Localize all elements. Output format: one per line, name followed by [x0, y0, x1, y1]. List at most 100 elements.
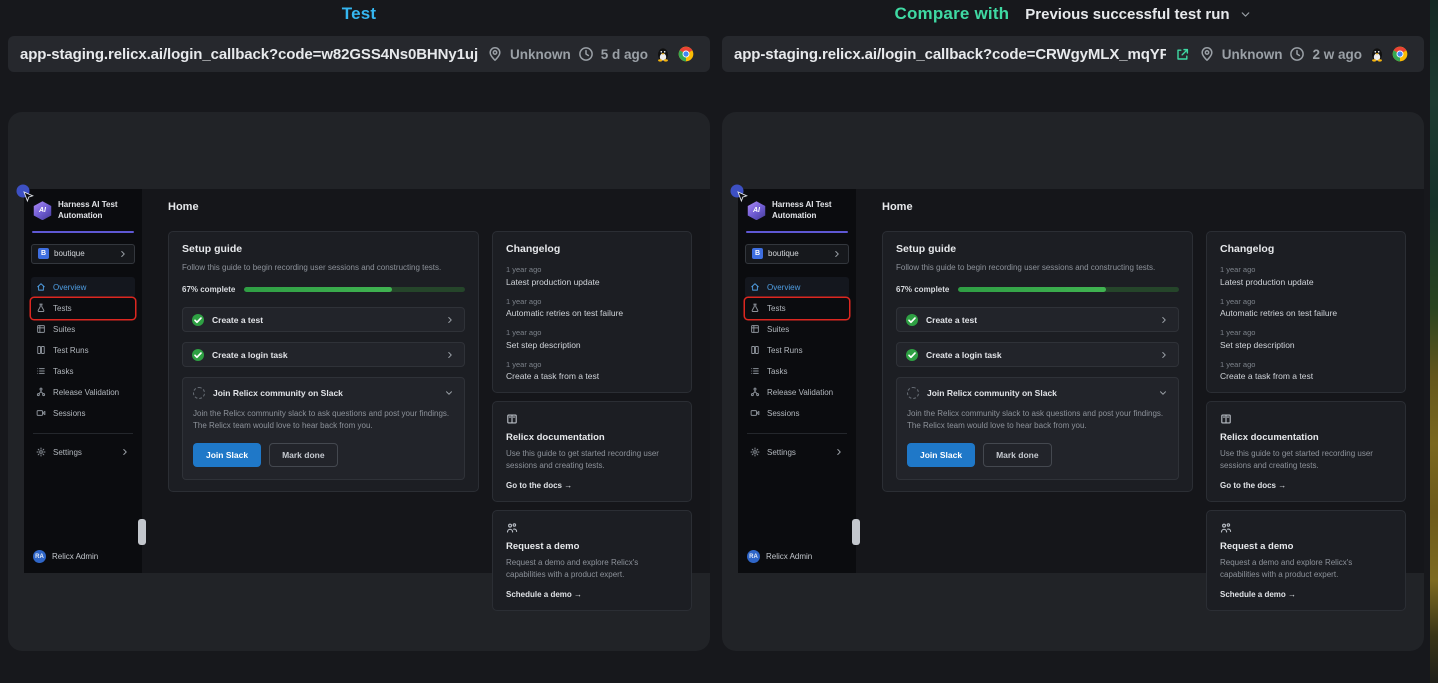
setup-guide-description: Follow this guide to begin recording use…: [182, 262, 465, 274]
setup-step[interactable]: Create a login task: [896, 342, 1179, 367]
sidebar-item-sessions[interactable]: Sessions: [745, 403, 849, 424]
page-title: Home: [168, 201, 692, 213]
setup-step[interactable]: Create a test: [896, 307, 1179, 332]
sidebar-item-settings[interactable]: Settings: [31, 442, 135, 463]
demo-card-title: Request a demo: [506, 541, 678, 552]
sidebar-item-settings[interactable]: Settings: [745, 442, 849, 463]
url-bar[interactable]: app-staging.relicx.ai/login_callback?cod…: [722, 36, 1424, 72]
mark-done-button[interactable]: Mark done: [269, 443, 338, 467]
changelog-entry-time: 1 year ago: [506, 297, 678, 306]
setup-step-description: Join the Relicx community slack to ask q…: [193, 408, 454, 433]
runs-icon: [36, 345, 46, 355]
location-pin-icon: [1199, 46, 1215, 62]
user-account[interactable]: RA Relicx Admin: [31, 548, 135, 565]
setup-step[interactable]: Create a login task: [182, 342, 465, 367]
location-label: Unknown: [1222, 47, 1283, 62]
release-icon: [750, 387, 760, 397]
demo-card: Request a demo Request a demo and explor…: [1206, 510, 1406, 611]
changelog-entry: 1 year agoLatest production update: [506, 265, 678, 287]
join-slack-button[interactable]: Join Slack: [907, 443, 975, 467]
compare-with-label: Compare with: [894, 4, 1009, 24]
chevron-right-icon: [118, 249, 128, 259]
mark-done-button[interactable]: Mark done: [983, 443, 1052, 467]
sidebar-item-label: Test Runs: [53, 346, 89, 355]
progress-bar: [958, 287, 1179, 292]
compare-run-dropdown[interactable]: Previous successful test run: [1025, 6, 1251, 23]
setup-guide-card: Setup guide Follow this guide to begin r…: [168, 231, 479, 492]
project-selector[interactable]: B boutique: [31, 244, 135, 264]
sessions-icon: [36, 408, 46, 418]
progress-bar-fill: [244, 287, 392, 292]
check-icon: [192, 314, 204, 326]
sidebar-item-label: Sessions: [53, 409, 85, 418]
setup-progress: 67% complete: [896, 285, 1179, 294]
sidebar-collapse-handle[interactable]: [138, 519, 146, 545]
demo-card-title: Request a demo: [1220, 541, 1392, 552]
sidebar-item-label: Settings: [767, 448, 796, 457]
changelog-title: Changelog: [506, 243, 678, 255]
sidebar-item-test-runs[interactable]: Test Runs: [31, 340, 135, 361]
sidebar-item-label: Release Validation: [53, 388, 119, 397]
clock-icon: [1289, 46, 1305, 62]
sidebar-item-label: Overview: [767, 283, 800, 292]
sidebar-collapse-handle[interactable]: [852, 519, 860, 545]
changelog-entry-title: Set step description: [1220, 340, 1392, 350]
external-link-icon[interactable]: [1175, 47, 1190, 62]
docs-card-description: Use this guide to get started recording …: [1220, 448, 1392, 472]
sidebar-item-overview[interactable]: Overview: [745, 277, 849, 298]
avatar: RA: [33, 550, 46, 563]
changelog-entry-time: 1 year ago: [506, 328, 678, 337]
grid-icon: [36, 324, 46, 334]
sidebar-item-sessions[interactable]: Sessions: [31, 403, 135, 424]
schedule-demo-link[interactable]: Schedule a demo →: [506, 590, 678, 599]
docs-card-title: Relicx documentation: [506, 432, 678, 443]
setup-step-expanded[interactable]: Join Relicx community on Slack Join the …: [182, 377, 465, 480]
test-pane-title: Test: [342, 4, 377, 24]
sidebar-item-tasks[interactable]: Tasks: [31, 361, 135, 382]
check-icon: [906, 349, 918, 361]
setup-guide-description: Follow this guide to begin recording use…: [896, 262, 1179, 274]
changelog-entry: 1 year ago Automatic retries on test fail…: [506, 297, 678, 319]
go-to-docs-link[interactable]: Go to the docs →: [1220, 481, 1392, 490]
url-bar[interactable]: app-staging.relicx.ai/login_callback?cod…: [8, 36, 710, 72]
changelog-title: Changelog: [1220, 243, 1392, 255]
avatar: RA: [747, 550, 760, 563]
chevron-right-icon: [1159, 350, 1169, 360]
schedule-demo-link[interactable]: Schedule a demo →: [1220, 590, 1392, 599]
sidebar-item-release-validation[interactable]: Release Validation: [31, 382, 135, 403]
setup-step-expanded[interactable]: Join Relicx community on Slack Join the …: [896, 377, 1179, 480]
docs-card-title: Relicx documentation: [1220, 432, 1392, 443]
app-screenshot: AI Harness AI Test Automation B boutique…: [738, 189, 1424, 573]
progress-bar-fill: [958, 287, 1106, 292]
sidebar-item-tests[interactable]: Tests: [31, 298, 135, 319]
chevron-down-icon: [1239, 8, 1252, 21]
chevron-right-icon: [1159, 315, 1169, 325]
setup-step-description: Join the Relicx community slack to ask q…: [907, 408, 1168, 433]
sidebar-item-label: Test Runs: [767, 346, 803, 355]
setup-step[interactable]: Create a test: [182, 307, 465, 332]
sidebar-item-overview[interactable]: Overview: [31, 277, 135, 298]
unchecked-circle-icon: [193, 387, 205, 399]
project-selector[interactable]: B boutique: [745, 244, 849, 264]
changelog-entry-title: Automatic retries on test failure: [506, 308, 678, 318]
users-icon: [1220, 522, 1232, 534]
sidebar-item-suites[interactable]: Suites: [31, 319, 135, 340]
changelog-list: 1 year agoLatest production update 1 year…: [506, 265, 678, 381]
book-icon: [506, 413, 518, 425]
setup-step-label: Join Relicx community on Slack: [213, 388, 343, 398]
sidebar-item-label: Tests: [767, 304, 786, 313]
sidebar-item-release-validation[interactable]: Release Validation: [745, 382, 849, 403]
sidebar-accent-divider: [746, 231, 848, 233]
home-icon: [750, 282, 760, 292]
user-account[interactable]: RA Relicx Admin: [745, 548, 849, 565]
sidebar-item-tests[interactable]: Tests: [745, 298, 849, 319]
chevron-right-icon: [120, 447, 130, 457]
user-name: Relicx Admin: [766, 552, 812, 561]
sidebar-item-test-runs[interactable]: Test Runs: [745, 340, 849, 361]
go-to-docs-link[interactable]: Go to the docs →: [506, 481, 678, 490]
app-brand: AI Harness AI Test Automation: [31, 198, 135, 231]
sidebar-item-suites[interactable]: Suites: [745, 319, 849, 340]
screenshot-panel: AI Harness AI Test Automation B boutique…: [8, 112, 710, 651]
join-slack-button[interactable]: Join Slack: [193, 443, 261, 467]
sidebar-item-tasks[interactable]: Tasks: [745, 361, 849, 382]
